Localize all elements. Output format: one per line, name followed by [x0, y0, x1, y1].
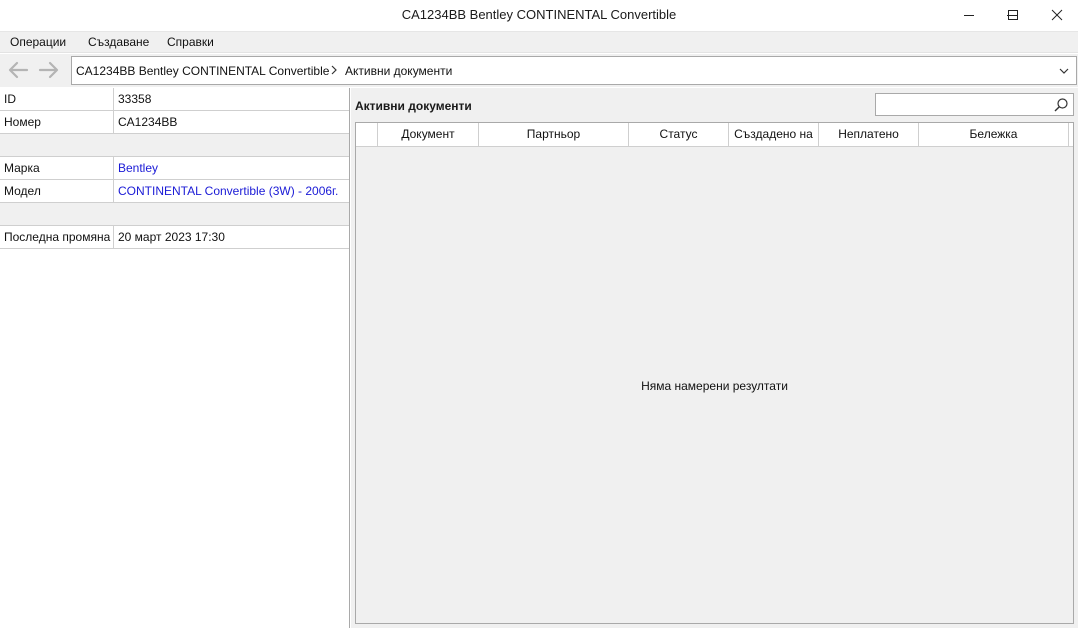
property-row-number: Номер CA1234BB: [0, 111, 349, 134]
property-row-model: Модел CONTINENTAL Convertible (3W) - 200…: [0, 180, 349, 203]
column-header-created-on[interactable]: Създадено на: [729, 123, 819, 146]
column-header-status[interactable]: Статус: [629, 123, 729, 146]
maximize-button[interactable]: [990, 0, 1036, 30]
property-row-last-modified: Последна промяна 20 март 2023 17:30: [0, 226, 349, 249]
search-input[interactable]: [875, 93, 1074, 116]
properties-pane: ID 33358 Номер CA1234BB Марка Bentley Мо…: [0, 88, 350, 628]
column-divider: [113, 111, 114, 133]
property-name: Номер: [4, 115, 41, 129]
property-group-separator: [0, 134, 349, 157]
menu-create[interactable]: Създаване: [88, 35, 149, 49]
property-row-id: ID 33358: [0, 88, 349, 111]
breadcrumb-vehicle[interactable]: CA1234BB Bentley CONTINENTAL Convertible: [76, 64, 329, 78]
model-link[interactable]: CONTINENTAL Convertible (3W) - 2006г.: [118, 184, 338, 198]
chevron-right-icon: [329, 63, 339, 80]
property-name: Модел: [4, 184, 41, 198]
navigation-bar: CA1234BB Bentley CONTINENTAL Convertible…: [0, 54, 1078, 87]
menu-bar: Операции Създаване Справки: [0, 31, 1078, 53]
property-row-brand: Марка Bentley: [0, 157, 349, 180]
minimize-button-control[interactable]: [946, 0, 992, 30]
back-button[interactable]: [6, 59, 30, 81]
column-header-note[interactable]: Бележка: [919, 123, 1069, 146]
column-divider: [113, 226, 114, 248]
menu-reports[interactable]: Справки: [167, 35, 214, 49]
column-divider: [113, 157, 114, 179]
minimize-icon: [964, 15, 974, 16]
documents-grid[interactable]: Документ Партньор Статус Създадено на Не…: [355, 122, 1074, 624]
property-name: ID: [4, 92, 16, 106]
property-name: Последна промяна: [4, 230, 111, 244]
property-value: 20 март 2023 17:30: [118, 230, 225, 244]
title-bar: CA1234BB Bentley CONTINENTAL Convertible: [0, 0, 1078, 30]
column-header-document[interactable]: Документ: [378, 123, 479, 146]
property-group-separator: [0, 203, 349, 226]
chevron-down-icon[interactable]: [1058, 65, 1070, 79]
brand-link[interactable]: Bentley: [118, 161, 158, 175]
column-header-unpaid[interactable]: Неплатено: [819, 123, 919, 146]
property-value: CA1234BB: [118, 115, 178, 129]
column-divider: [113, 88, 114, 110]
arrow-right-icon: [38, 61, 59, 79]
property-value: 33358: [118, 92, 152, 106]
property-name: Марка: [4, 161, 40, 175]
section-title: Активни документи: [355, 99, 472, 113]
breadcrumb-active-documents[interactable]: Активни документи: [345, 64, 452, 78]
search-icon[interactable]: [1053, 97, 1069, 116]
column-divider: [113, 180, 114, 202]
menu-operations[interactable]: Операции: [10, 35, 66, 49]
arrow-left-icon: [8, 61, 29, 79]
window-title: CA1234BB Bentley CONTINENTAL Convertible: [401, 7, 677, 22]
close-icon: [1051, 9, 1063, 21]
close-button[interactable]: [1034, 0, 1078, 30]
address-bar[interactable]: CA1234BB Bentley CONTINENTAL Convertible…: [71, 56, 1077, 85]
forward-button[interactable]: [37, 59, 61, 81]
column-header-select[interactable]: [356, 123, 378, 146]
maximize-icon: [1008, 10, 1018, 20]
empty-results-message: Няма намерени резултати: [641, 379, 788, 393]
grid-header: Документ Партньор Статус Създадено на Не…: [356, 123, 1073, 147]
documents-pane: Активни документи Документ Партньор Стат…: [351, 88, 1078, 628]
column-header-partner[interactable]: Партньор: [479, 123, 629, 146]
